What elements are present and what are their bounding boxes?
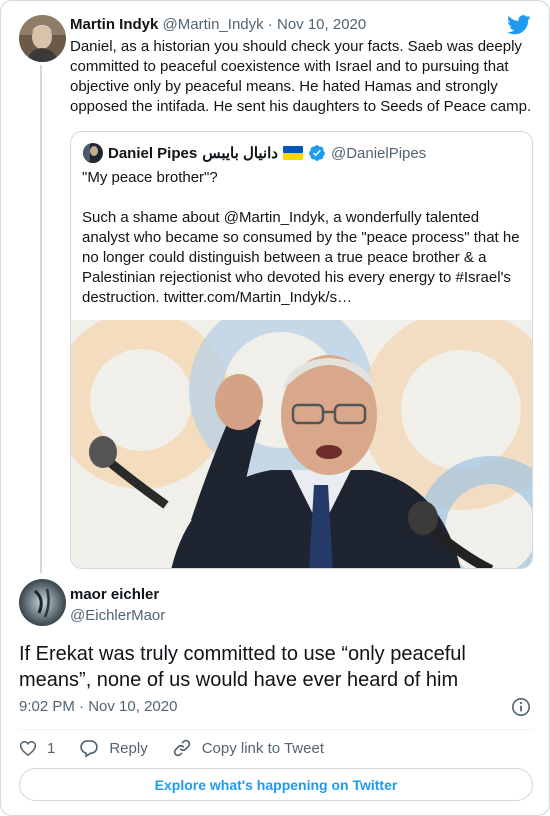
reply-label: Reply bbox=[109, 739, 148, 757]
reply-button[interactable]: Reply bbox=[79, 738, 148, 758]
parent-tweet-date[interactable]: Nov 10, 2020 bbox=[277, 16, 366, 33]
parent-tweet-header: Martin Indyk @Martin_Indyk · Nov 10, 202… bbox=[70, 16, 366, 33]
heart-icon bbox=[19, 739, 37, 757]
info-icon[interactable] bbox=[511, 697, 531, 722]
copy-link-button[interactable]: Copy link to Tweet bbox=[172, 738, 324, 758]
ukraine-flag-icon bbox=[282, 146, 303, 160]
copy-link-label: Copy link to Tweet bbox=[201, 739, 324, 757]
verified-badge-icon bbox=[308, 144, 326, 162]
quoted-author-name-arabic[interactable]: دانيال بايبس bbox=[202, 144, 278, 162]
reply-tweet-text: If Erekat was truly committed to use “on… bbox=[19, 643, 466, 691]
speech-bubble-icon bbox=[79, 738, 99, 758]
reply-author-name[interactable]: maor eichler bbox=[70, 586, 159, 603]
quoted-tweet-photo[interactable] bbox=[71, 320, 532, 568]
actions-divider bbox=[19, 729, 533, 730]
tweet-actions-bar: 1 Reply Copy link to Tweet bbox=[19, 737, 348, 759]
explore-twitter-button[interactable]: Explore what's happening on Twitter bbox=[19, 768, 533, 801]
link-icon bbox=[172, 738, 192, 758]
quoted-tweet-header: Daniel Pipes دانيال بايبس @DanielPipes bbox=[83, 143, 426, 163]
quoted-tweet-text: "My peace brother"? Such a shame about @… bbox=[82, 169, 520, 306]
reply-separator: · bbox=[74, 698, 89, 715]
reply-date: Nov 10, 2020 bbox=[88, 698, 178, 715]
maor-eichler-avatar[interactable] bbox=[19, 579, 66, 626]
parent-separator: · bbox=[263, 16, 277, 33]
parent-author-handle[interactable]: @Martin_Indyk bbox=[163, 16, 264, 33]
martin-indyk-avatar[interactable] bbox=[19, 15, 66, 62]
thread-connector-line bbox=[40, 65, 42, 573]
reply-time: 9:02 PM bbox=[19, 698, 75, 715]
quoted-tweet[interactable]: Daniel Pipes دانيال بايبس @DanielPipes "… bbox=[70, 131, 533, 569]
reply-author-handle[interactable]: @EichlerMaor bbox=[70, 607, 165, 624]
tweet-embed-card: Martin Indyk @Martin_Indyk · Nov 10, 202… bbox=[0, 0, 550, 816]
parent-tweet-text: Daniel, as a historian you should check … bbox=[70, 38, 532, 115]
reply-tweet-timestamp[interactable]: 9:02 PM · Nov 10, 2020 bbox=[19, 698, 177, 715]
like-button[interactable]: 1 bbox=[19, 739, 55, 757]
daniel-pipes-avatar bbox=[83, 143, 103, 163]
parent-author-name[interactable]: Martin Indyk bbox=[70, 16, 158, 33]
quoted-author-handle[interactable]: @DanielPipes bbox=[331, 145, 426, 162]
like-count: 1 bbox=[47, 739, 56, 757]
quoted-author-name[interactable]: Daniel Pipes bbox=[108, 145, 197, 162]
